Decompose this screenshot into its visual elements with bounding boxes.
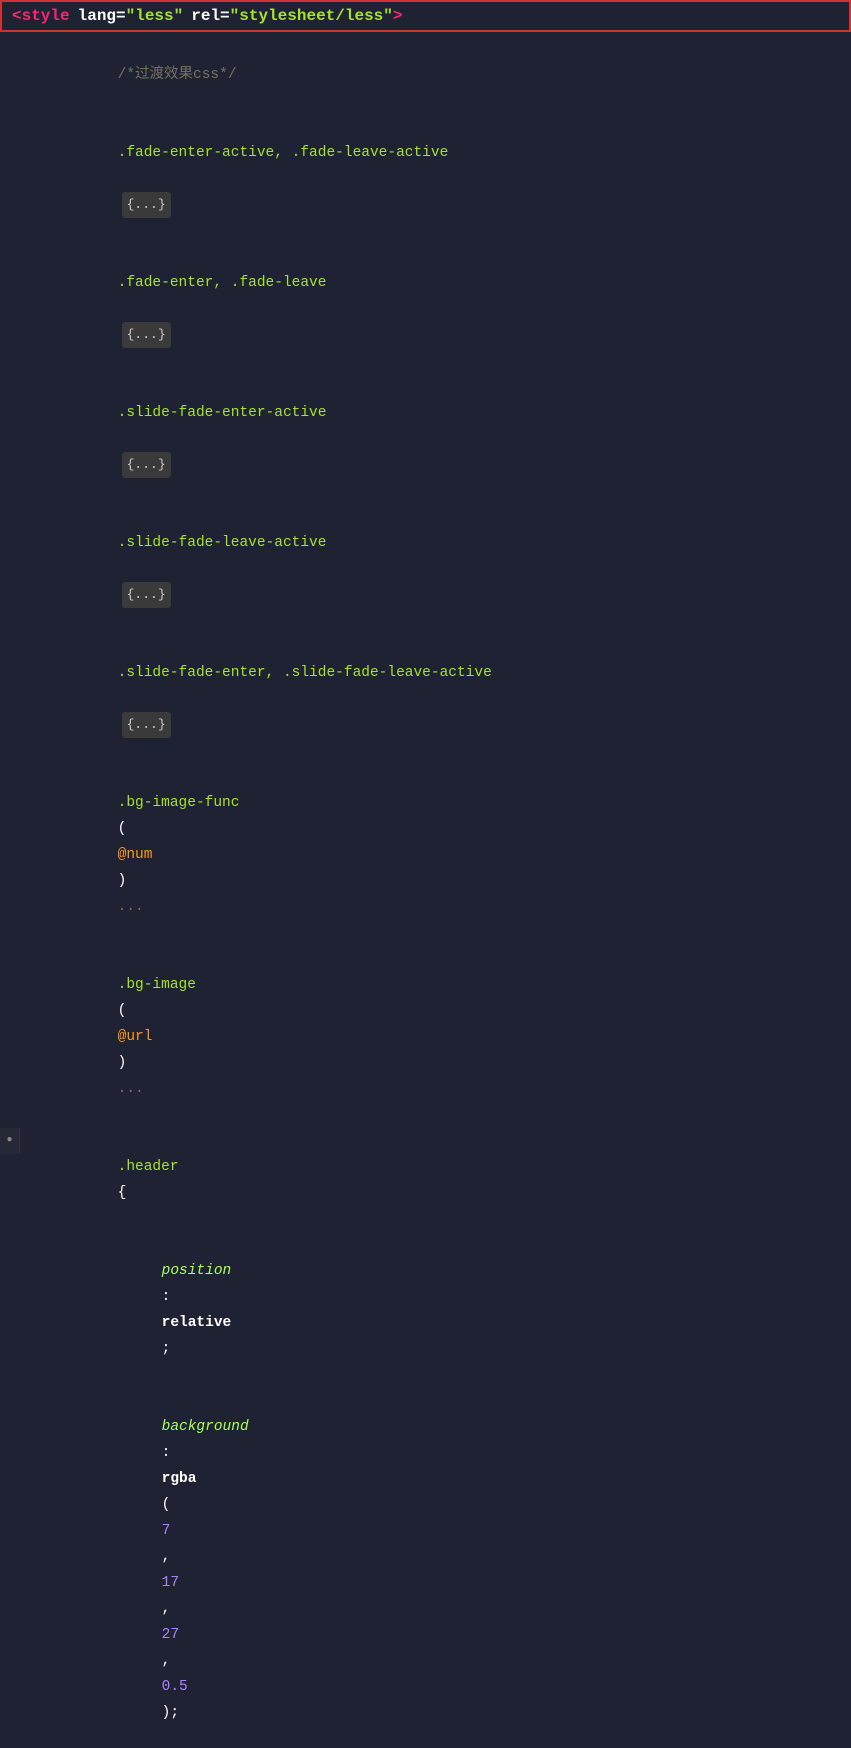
space	[118, 691, 127, 707]
line-background: background : rgba ( 7 , 17 , 27 , 0.5 );	[0, 1388, 851, 1748]
selector: .fade-enter-active, .fade-leave-active	[118, 145, 449, 161]
line-content: background : rgba ( 7 , 17 , 27 , 0.5 );	[20, 1388, 851, 1748]
attr-rel-eq: =	[220, 7, 230, 25]
value: relative	[162, 1315, 232, 1331]
attr-lang-eq: =	[116, 7, 126, 25]
attr-rel-val: "stylesheet/less"	[230, 7, 393, 25]
editor-container: <style lang = "less" rel = "stylesheet/l…	[0, 0, 851, 1748]
line-content: .bg-image ( @url ) ...	[20, 946, 851, 1128]
selector-class: .bg-image	[118, 977, 196, 993]
comment: /*过渡效果css*/	[118, 67, 237, 83]
selector: .slide-fade-enter, .slide-fade-leave-act…	[118, 665, 492, 681]
num3: 27	[162, 1627, 179, 1643]
space	[118, 561, 127, 577]
line-fade-enter-active: .fade-enter-active, .fade-leave-active {…	[0, 114, 851, 244]
line-content: .header {	[20, 1128, 851, 1232]
line-slide-fade-leave-active: .slide-fade-leave-active {...}	[0, 504, 851, 634]
line-content: .slide-fade-enter, .slide-fade-leave-act…	[20, 634, 851, 764]
paren: (	[162, 1497, 171, 1513]
colon: :	[162, 1289, 179, 1305]
num1: 7	[162, 1523, 171, 1539]
style-tag: <style	[12, 7, 70, 25]
num4: 0.5	[162, 1679, 188, 1695]
line-content: /*过渡效果css*/	[20, 36, 851, 114]
property: position	[162, 1263, 232, 1279]
semicolon: ;	[162, 1341, 171, 1357]
collapsed: {...}	[122, 452, 171, 478]
attr-lang-val: "less"	[126, 7, 184, 25]
selector: .slide-fade-enter-active	[118, 405, 327, 421]
collapsed: {...}	[122, 192, 171, 218]
line-comment: /*过渡效果css*/	[0, 36, 851, 114]
brace-open: {	[118, 1185, 127, 1201]
ellipsis: ...	[118, 1081, 144, 1097]
comma2: ,	[162, 1601, 179, 1617]
line-content: position : relative ;	[20, 1232, 851, 1388]
line-header: ● .header {	[0, 1128, 851, 1232]
line-content: .slide-fade-leave-active {...}	[20, 504, 851, 634]
code-area: /*过渡效果css*/ .fade-enter-active, .fade-le…	[0, 32, 851, 1748]
space	[118, 301, 127, 317]
ellipsis: ...	[118, 899, 144, 915]
line-bg-image: .bg-image ( @url ) ...	[0, 946, 851, 1128]
at-var: @num	[118, 847, 153, 863]
collapsed: {...}	[122, 712, 171, 738]
colon: :	[162, 1445, 179, 1461]
paren-open: (	[118, 1003, 127, 1019]
attr-rel-name: rel	[191, 7, 220, 25]
num2: 17	[162, 1575, 179, 1591]
paren-close: );	[162, 1705, 179, 1721]
paren-close: )	[118, 1055, 127, 1071]
line-position: position : relative ;	[0, 1232, 851, 1388]
selector: .slide-fade-leave-active	[118, 535, 327, 551]
line-content: .fade-enter-active, .fade-leave-active {…	[20, 114, 851, 244]
collapsed: {...}	[122, 322, 171, 348]
comma3: ,	[162, 1653, 179, 1669]
line-slide-fade-enter: .slide-fade-enter, .slide-fade-leave-act…	[0, 634, 851, 764]
paren-close: )	[118, 873, 127, 889]
attr-close: >	[393, 7, 403, 25]
comma1: ,	[162, 1549, 179, 1565]
property: background	[162, 1419, 249, 1435]
selector: .fade-enter, .fade-leave	[118, 275, 327, 291]
collapsed: {...}	[122, 582, 171, 608]
selector-class: .header	[118, 1159, 179, 1175]
at-var: @url	[118, 1029, 153, 1045]
paren-open: (	[118, 821, 127, 837]
space	[118, 431, 127, 447]
space	[118, 171, 127, 187]
attr-lang-name: lang	[78, 7, 116, 25]
line-bg-image-func: .bg-image-func ( @num ) ...	[0, 764, 851, 946]
line-slide-fade-enter-active: .slide-fade-enter-active {...}	[0, 374, 851, 504]
line-content: .bg-image-func ( @num ) ...	[20, 764, 851, 946]
style-tag-line: <style lang = "less" rel = "stylesheet/l…	[0, 0, 851, 32]
line-fade-enter: .fade-enter, .fade-leave {...}	[0, 244, 851, 374]
selector-class: .bg-image-func	[118, 795, 240, 811]
line-content: .fade-enter, .fade-leave {...}	[20, 244, 851, 374]
line-content: .slide-fade-enter-active {...}	[20, 374, 851, 504]
value-func: rgba	[162, 1471, 197, 1487]
gutter: ●	[0, 1128, 20, 1154]
